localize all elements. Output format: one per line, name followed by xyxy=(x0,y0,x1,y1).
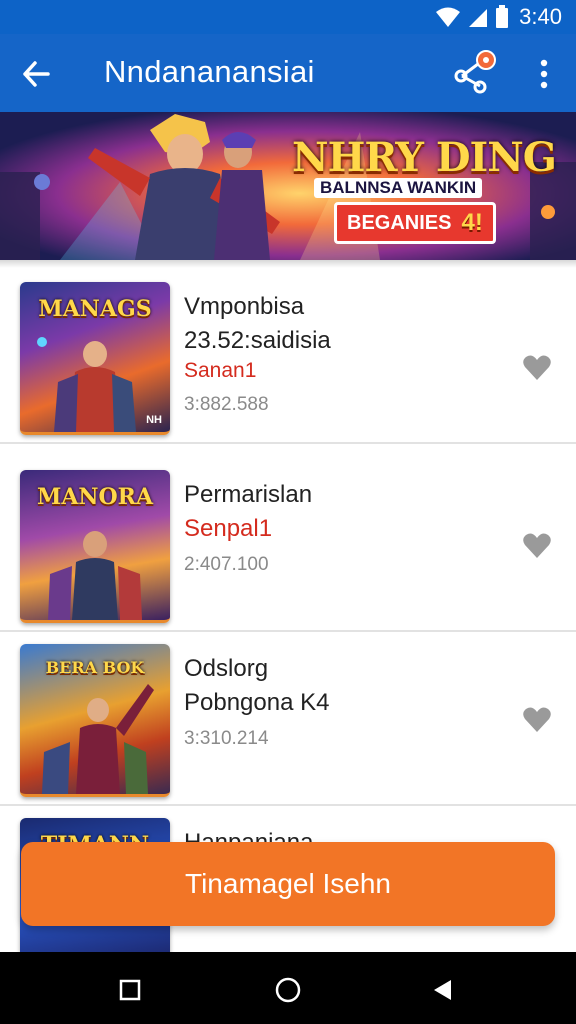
more-vertical-icon xyxy=(540,59,548,89)
back-triangle-icon xyxy=(434,980,451,1000)
share-icon xyxy=(454,50,496,94)
item-text: Permarislan Senpal1 2:407.100 xyxy=(184,478,504,580)
banner-tag: BEGANIES 4! xyxy=(334,202,496,244)
game-thumbnail: BERA BOK xyxy=(20,644,170,797)
recents-square-icon xyxy=(119,979,141,1001)
status-bar: 3:40 xyxy=(0,0,576,34)
banner-shadow xyxy=(0,260,576,268)
wifi-icon xyxy=(436,7,461,27)
promo-banner[interactable]: NHRY DING BALNNSA WANKIN BEGANIES 4! xyxy=(0,112,576,260)
home-circle-icon xyxy=(275,977,301,1003)
status-time: 3:40 xyxy=(519,4,562,29)
item-text: Vmponbisa 23.52:saidisia Sanan1 3:882.58… xyxy=(184,290,504,420)
banner-tag-number: 4! xyxy=(461,209,483,236)
thumbnail-title: MANORA xyxy=(36,484,154,510)
back-button[interactable] xyxy=(14,52,58,96)
recents-button[interactable] xyxy=(110,970,150,1010)
list-item[interactable]: BERA BOK Odslorg Pobngona K4 3:310.214 xyxy=(0,630,576,806)
thumbnail-title: MANAGS xyxy=(38,296,152,322)
status-icons: 3:40 xyxy=(435,4,562,30)
heart-icon[interactable] xyxy=(522,532,552,560)
heart-icon[interactable] xyxy=(522,706,552,734)
battery-icon xyxy=(496,5,509,28)
banner-headline: NHRY DING xyxy=(292,134,557,181)
app-bar: Nndananansiai xyxy=(0,34,576,112)
item-count: 2:407.100 xyxy=(184,554,269,575)
more-menu-button[interactable] xyxy=(526,52,562,96)
list-item[interactable]: MANAGS NH Vmponbisa 23.52:saidisia Sanan… xyxy=(0,268,576,444)
game-thumbnail: MANAGS NH xyxy=(20,282,170,435)
share-button[interactable] xyxy=(452,50,502,98)
primary-action-button[interactable]: Tinamagel Isehn xyxy=(21,842,555,926)
banner-subline: BALNNSA WANKIN xyxy=(314,178,483,198)
item-count: 3:882.588 xyxy=(184,394,269,415)
item-text: Odslorg Pobngona K4 3:310.214 xyxy=(184,652,504,754)
item-title: Vmponbisa xyxy=(184,293,305,320)
game-thumbnail: MANORA xyxy=(20,470,170,623)
divider xyxy=(0,442,576,444)
thumbnail-corner-text: NH xyxy=(146,414,162,426)
list-item[interactable]: MANORA Permarislan Senpal1 2:407.100 xyxy=(0,456,576,632)
item-subtitle: Pobngona K4 xyxy=(184,689,330,716)
item-count: 3:310.214 xyxy=(184,728,269,749)
thumbnail-title: BERA BOK xyxy=(45,658,145,677)
item-tag: Sanan1 xyxy=(184,359,257,382)
item-title: Permarislan xyxy=(184,481,313,508)
home-button[interactable] xyxy=(268,970,308,1010)
page-title: Nndananansiai xyxy=(104,54,315,89)
back-arrow-icon xyxy=(23,61,50,87)
heart-icon[interactable] xyxy=(522,354,552,382)
nav-back-button[interactable] xyxy=(422,970,462,1010)
item-subtitle: Senpal1 xyxy=(184,515,273,542)
banner-tag-label: BEGANIES xyxy=(347,211,452,234)
item-title: Odslorg xyxy=(184,655,269,682)
signal-icon xyxy=(469,9,488,27)
item-subtitle: 23.52:saidisia xyxy=(184,327,331,354)
system-nav-bar xyxy=(0,952,576,1024)
